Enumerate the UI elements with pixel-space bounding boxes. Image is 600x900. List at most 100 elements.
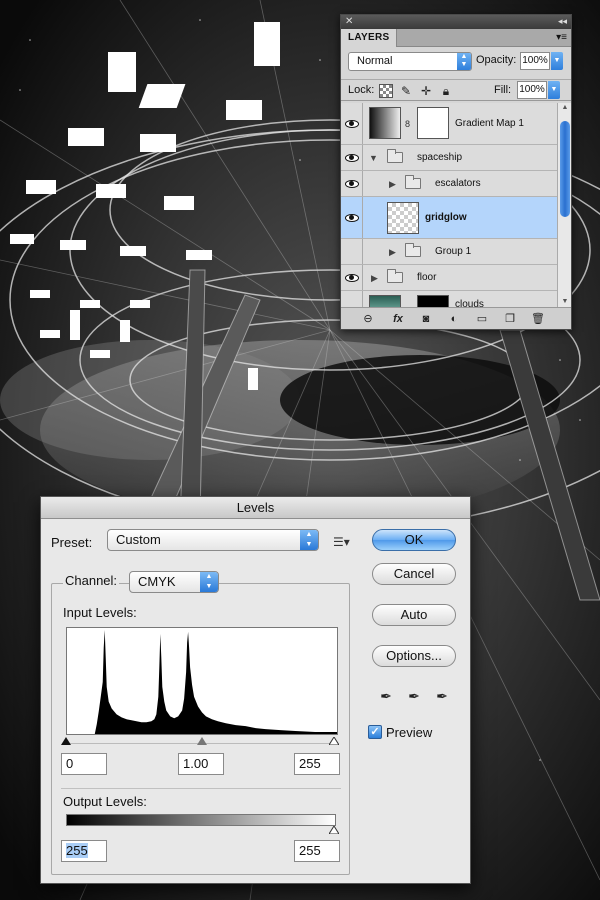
layer-row-gradient-map-1[interactable]: 8 Gradient Map 1	[341, 103, 557, 145]
blend-mode-value: Normal	[357, 55, 393, 67]
layers-list: 8 Gradient Map 1 ▼ spaceship ▶ escalator…	[341, 103, 557, 307]
white-point-eyedropper-icon[interactable]: ✒	[433, 687, 451, 705]
link-layers-icon[interactable]: ⊖	[361, 312, 375, 326]
layer-mask-thumbnail[interactable]	[417, 107, 449, 139]
histogram-plot	[67, 629, 337, 734]
stepper-icon: ▲ ▼	[300, 530, 318, 550]
layer-row-escalators[interactable]: ▶ escalators	[341, 171, 557, 197]
black-point-slider-handle[interactable]	[61, 737, 71, 745]
preset-label: Preset:	[51, 535, 93, 550]
input-black-field[interactable]: 0	[61, 753, 107, 775]
scroll-up-icon[interactable]: ▲	[558, 103, 572, 113]
eye-icon	[345, 273, 359, 282]
eye-icon	[345, 119, 359, 128]
new-adjustment-layer-icon[interactable]: ◐	[447, 312, 461, 326]
folder-icon	[387, 148, 403, 163]
add-mask-icon[interactable]: ◙	[419, 312, 433, 326]
folder-icon	[387, 268, 403, 283]
ok-button[interactable]: OK	[372, 529, 456, 551]
preset-value: Custom	[116, 532, 161, 547]
layer-name: floor	[417, 271, 437, 283]
layers-panel: ✕ ◂◂ LAYERS ▾≡ Normal ▲ ▼ Opacity: 100% ▼…	[340, 14, 572, 330]
channel-label: Channel:	[63, 573, 120, 588]
histogram	[66, 627, 338, 735]
gamma-slider-handle[interactable]	[197, 737, 207, 745]
visibility-toggle[interactable]	[341, 265, 363, 290]
scroll-thumb[interactable]	[560, 121, 570, 217]
layers-tabbar: LAYERS ▾≡	[341, 29, 571, 47]
trash-icon[interactable]: 🗑︎	[531, 312, 545, 326]
layer-row-group-1[interactable]: ▶ Group 1	[341, 239, 557, 265]
opacity-dropdown-button[interactable]: ▼	[551, 52, 563, 70]
layer-row-floor[interactable]: ▶ floor	[341, 265, 557, 291]
visibility-toggle[interactable]	[341, 103, 363, 144]
opacity-field[interactable]: 100%	[520, 52, 550, 70]
layer-row-clouds[interactable]: 8 clouds	[341, 291, 557, 307]
layer-name: gridglow	[425, 211, 467, 223]
layer-name: Group 1	[435, 245, 472, 257]
black-point-eyedropper-icon[interactable]: ✒	[377, 687, 395, 705]
link-chain-icon[interactable]: 8	[405, 119, 410, 129]
visibility-toggle[interactable]	[341, 145, 363, 170]
section-divider	[61, 788, 341, 789]
preset-options-menu-icon[interactable]: ☰▾	[333, 535, 350, 549]
disclosure-collapsed-icon[interactable]: ▶	[389, 178, 396, 190]
layer-row-spaceship[interactable]: ▼ spaceship	[341, 145, 557, 171]
disclosure-collapsed-icon[interactable]: ▶	[371, 272, 378, 284]
layers-panel-titlebar[interactable]: ✕ ◂◂	[341, 15, 571, 29]
output-white-field[interactable]: 255	[294, 840, 340, 862]
visibility-toggle[interactable]	[341, 171, 363, 196]
output-gradient-bar[interactable]	[66, 814, 336, 826]
layer-name: spaceship	[417, 151, 463, 163]
output-levels-label: Output Levels:	[63, 794, 147, 809]
cancel-button[interactable]: Cancel	[372, 563, 456, 585]
layer-name: Gradient Map 1	[455, 117, 524, 129]
scroll-down-icon[interactable]: ▼	[558, 297, 572, 307]
layer-row-gridglow[interactable]: gridglow	[341, 197, 557, 239]
lock-transparency-icon[interactable]	[379, 84, 393, 98]
blend-mode-select[interactable]: Normal ▲ ▼	[348, 52, 472, 71]
panel-menu-icon[interactable]: ▾≡	[556, 29, 567, 47]
channel-select[interactable]: CMYK ▲ ▼	[129, 571, 219, 593]
gray-point-eyedropper-icon[interactable]: ✒	[405, 687, 423, 705]
options-button[interactable]: Options...	[372, 645, 456, 667]
disclosure-expanded-icon[interactable]: ▼	[369, 152, 378, 164]
new-layer-icon[interactable]: ❐	[503, 312, 517, 326]
output-slider-handle[interactable]	[329, 826, 339, 834]
preview-label: Preview	[386, 725, 433, 740]
folder-icon	[405, 174, 421, 189]
auto-button[interactable]: Auto	[372, 604, 456, 626]
collapse-icon[interactable]: ◂◂	[558, 15, 567, 28]
new-group-folder-icon[interactable]: ▭	[475, 312, 489, 326]
layers-scrollbar[interactable]: ▲ ▼	[557, 103, 571, 307]
layer-style-fx-icon[interactable]: fx	[391, 312, 405, 326]
folder-icon	[405, 242, 421, 257]
dialog-title[interactable]: Levels	[41, 497, 470, 519]
preset-select[interactable]: Custom ▲ ▼	[107, 529, 319, 551]
output-black-field[interactable]: 255	[61, 840, 107, 862]
tab-layers[interactable]: LAYERS	[341, 29, 398, 47]
preview-checkbox[interactable]: ✓	[368, 725, 382, 739]
layers-blend-row: Normal ▲ ▼ Opacity: 100% ▼	[346, 51, 567, 73]
fill-field[interactable]: 100%	[517, 81, 547, 99]
visibility-toggle[interactable]	[341, 239, 363, 264]
lock-all-padlock-icon[interactable]: 🔒︎	[439, 84, 453, 98]
fill-dropdown-button[interactable]: ▼	[548, 81, 560, 99]
visibility-toggle[interactable]	[341, 197, 363, 238]
input-white-field[interactable]: 255	[294, 753, 340, 775]
close-icon[interactable]: ✕	[345, 16, 353, 28]
input-levels-label: Input Levels:	[63, 605, 137, 620]
layers-bottom-toolbar: ⊖ fx ◙ ◐ ▭ ❐ 🗑︎	[341, 307, 571, 329]
lock-image-brush-icon[interactable]: ✎	[399, 84, 413, 98]
white-point-slider-handle[interactable]	[329, 737, 339, 745]
disclosure-collapsed-icon[interactable]: ▶	[389, 246, 396, 258]
fill-label: Fill:	[494, 84, 512, 96]
opacity-label: Opacity:	[476, 54, 517, 66]
eye-icon	[345, 213, 359, 222]
levels-dialog: Levels Preset: Custom ▲ ▼ ☰▾ OK Cancel Au…	[40, 496, 471, 884]
input-gamma-field[interactable]: 1.00	[178, 753, 224, 775]
lock-position-move-icon[interactable]: ✛	[419, 84, 433, 98]
visibility-toggle[interactable]	[341, 291, 363, 307]
layer-thumbnail	[369, 295, 401, 307]
layer-mask-thumbnail[interactable]	[417, 295, 449, 307]
